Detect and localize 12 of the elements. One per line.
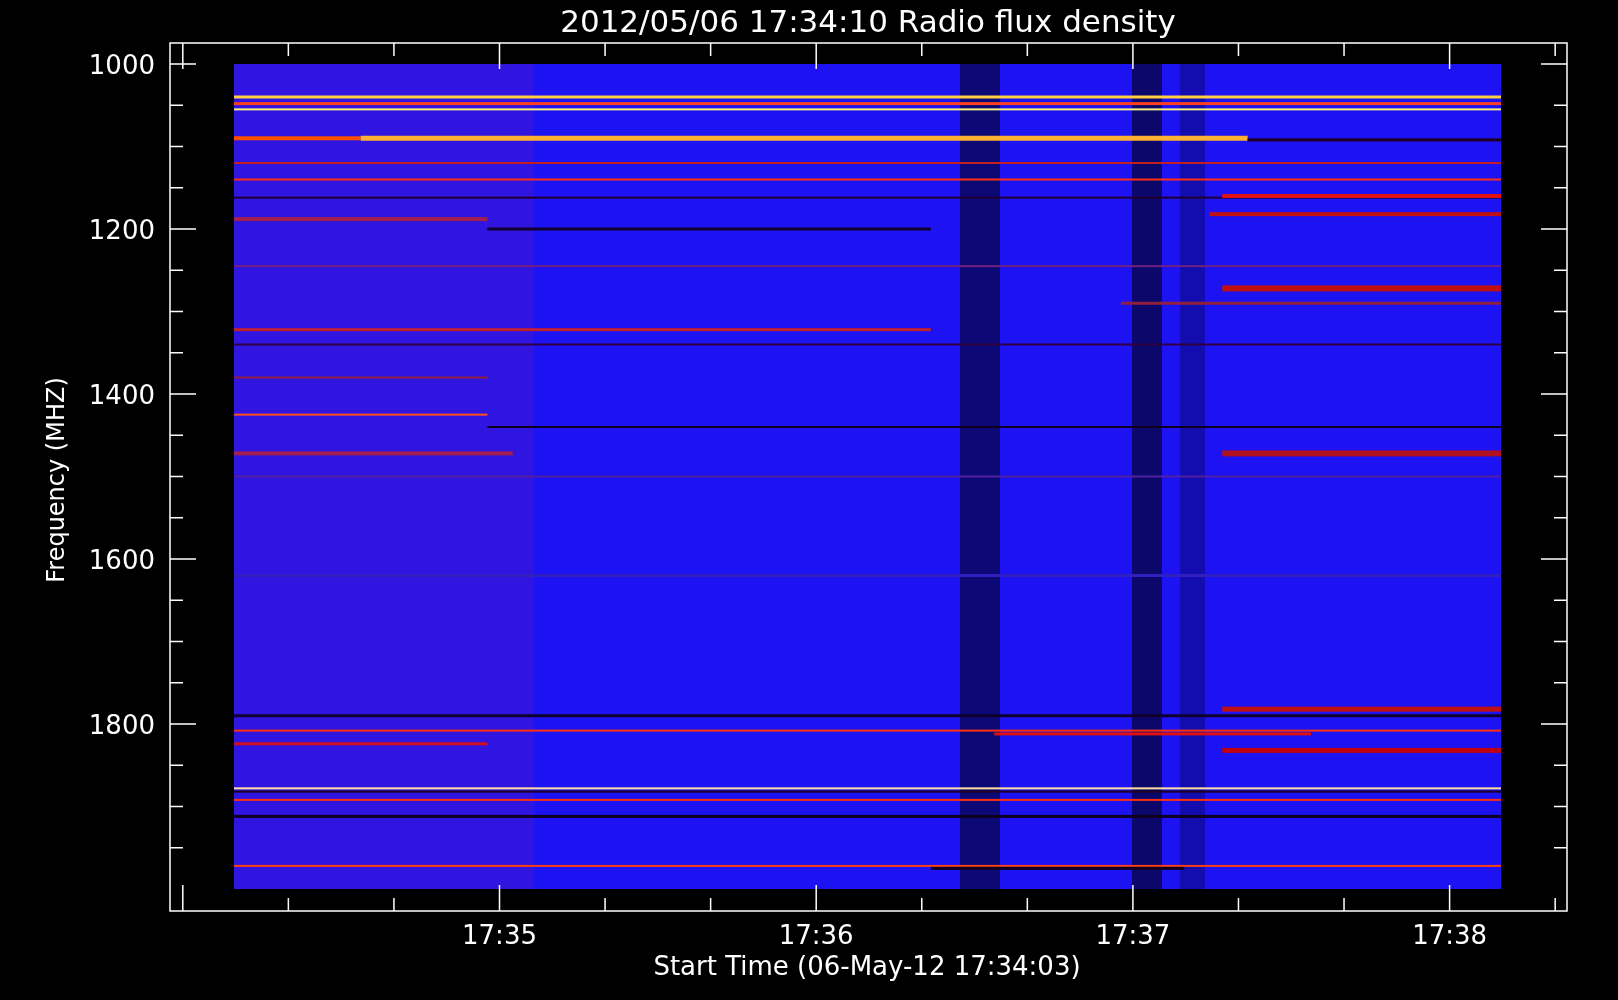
tick-label: 1600 bbox=[88, 545, 155, 575]
y-axis-label: Frequency (MHZ) bbox=[42, 377, 70, 583]
x-axis-label: Start Time (06-May-12 17:34:03) bbox=[653, 951, 1081, 981]
tick-label: 1000 bbox=[88, 50, 155, 80]
tick-label: 17:36 bbox=[778, 920, 854, 950]
tick-label: 17:37 bbox=[1095, 920, 1171, 950]
tick-label: 1400 bbox=[88, 380, 155, 410]
chart-title: 2012/05/06 17:34:10 Radio flux density bbox=[560, 3, 1176, 39]
tick-label: 17:38 bbox=[1412, 920, 1488, 950]
tick-label: 17:35 bbox=[462, 920, 537, 950]
tick-label: 1800 bbox=[88, 710, 155, 740]
tick-label: 1200 bbox=[88, 215, 155, 245]
